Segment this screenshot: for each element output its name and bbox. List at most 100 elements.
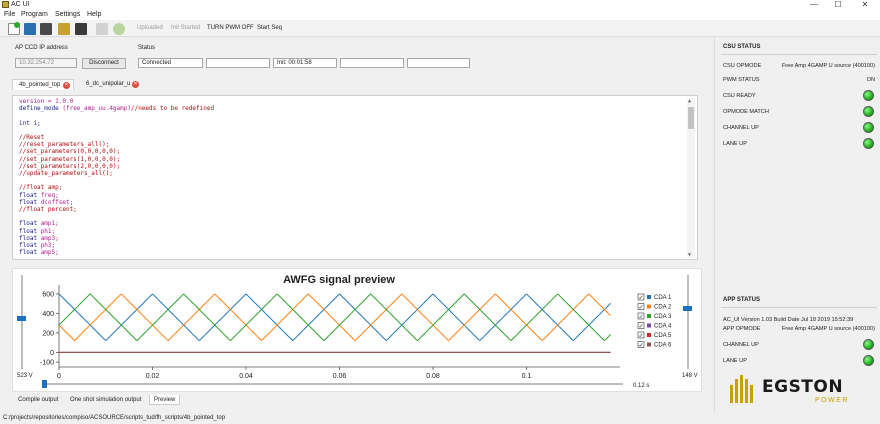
code-token: //needs to be redefined	[131, 105, 215, 113]
legend-check-icon: ✓	[639, 343, 644, 349]
status-field-5	[407, 58, 470, 68]
minimize-button[interactable]: —	[806, 0, 822, 10]
ccd-ip-label: AP CCD IP address	[15, 45, 68, 51]
pwm-status-label: PWM STATUS	[723, 77, 760, 83]
chart-panel: AWFG signal preview 600 400 200 0 -100 0 0.02 0.…	[12, 268, 702, 392]
egston-logo: EGSTON POWER	[729, 371, 879, 409]
legend-label: CDA 1	[654, 295, 672, 301]
code-token: version = 1.0.0	[19, 98, 74, 105]
status-init-timer-field: Init: 00:01:58	[273, 58, 337, 68]
tab-label: 6_dc_unipolar_u	[86, 81, 131, 87]
close-tab-icon[interactable]: ✕	[63, 82, 70, 89]
maximize-button[interactable]: ☐	[830, 0, 846, 10]
legend-swatch	[647, 342, 651, 347]
app-opmode-value: Free Amp 4GAMP U source (400100)	[781, 326, 875, 332]
menu-program[interactable]: Program	[21, 11, 48, 18]
status-label: Status	[138, 45, 156, 51]
code-line: float freq;	[19, 192, 59, 199]
save-as-icon[interactable]	[40, 23, 52, 35]
scroll-up-arrow-icon[interactable]: ▲	[688, 98, 691, 104]
menu-bar: File Program Settings Help	[0, 10, 880, 20]
series-line-cda-1	[58, 293, 611, 342]
run-settings-icon[interactable]	[113, 23, 125, 35]
status-field-2	[206, 58, 270, 68]
code-token: int i;	[19, 119, 41, 127]
time-slider-label: 0.12 s	[633, 383, 649, 389]
save-icon[interactable]	[24, 23, 36, 35]
upload-icon[interactable]	[58, 23, 70, 35]
start-seq-button[interactable]: Start Seq	[257, 25, 282, 31]
menu-file[interactable]: File	[4, 11, 15, 18]
code-line: //set_parameters(0,0,0,0,0);	[19, 148, 120, 155]
code-token: //reset_parameters_all();	[19, 141, 110, 149]
right-status-panel: CSU STATUS CSU OPMODE Free Amp 4GAMP U s…	[714, 37, 880, 413]
code-token: amp1;	[40, 220, 59, 228]
opmode-match-label: OPMODE MATCH	[723, 109, 769, 115]
disconnect-button[interactable]: Disconnect	[82, 58, 126, 69]
title-bar: AC UI — ☐ ✕	[0, 0, 880, 10]
code-editor[interactable]: version = 1.0.0 define_mode (free_amp_uu.…	[12, 95, 698, 260]
tab-4b-pointed-top[interactable]: 4b_pointed_top ✕	[12, 79, 74, 90]
code-line: float amp3;	[19, 235, 59, 242]
legend-label: CDA 6	[654, 343, 672, 349]
code-token: amp5;	[40, 249, 59, 257]
status-connection-field: Connected	[138, 58, 203, 68]
logo-text: EGSTON	[762, 377, 844, 397]
y-tick-label: 0	[50, 350, 54, 357]
toolbar: Uploaded Init Started TURN PWM OFF Start…	[0, 20, 880, 37]
code-line: float ph1;	[19, 228, 55, 235]
app-icon	[2, 1, 9, 8]
close-tab-icon[interactable]: ✕	[132, 81, 139, 88]
tab-compile-output[interactable]: Compile output	[14, 395, 62, 405]
code-token: freq;	[40, 191, 59, 199]
tab-preview[interactable]: Preview	[149, 395, 181, 405]
turn-pwm-off-button[interactable]: TURN PWM OFF	[207, 25, 254, 31]
code-token: ph1;	[40, 227, 56, 235]
code-token: float	[19, 242, 41, 249]
app-channel-up-label: CHANNEL UP	[723, 342, 759, 348]
legend-label: CDA 2	[654, 305, 672, 311]
divider	[721, 54, 877, 55]
scroll-down-arrow-icon[interactable]: ▼	[688, 252, 691, 258]
csu-status-heading: CSU STATUS	[723, 44, 761, 50]
download-icon[interactable]	[75, 23, 87, 35]
uploaded-button[interactable]: Uploaded	[137, 25, 163, 31]
csu-ready-led-icon	[863, 90, 874, 101]
pwm-status-value: ON	[866, 77, 875, 83]
app-opmode-label: APP OPMODE	[723, 326, 761, 332]
ccd-ip-input[interactable]: 10.32.254.72	[15, 58, 77, 68]
left-voltage-slider-handle	[17, 316, 26, 321]
code-line: //float amp;	[19, 184, 62, 191]
tab-6-dc-unipolar-u[interactable]: 6_dc_unipolar_u ✕	[80, 79, 144, 90]
legend-swatch	[647, 304, 651, 309]
code-token: define_mode	[19, 105, 63, 113]
x-tick-label: 0.1	[522, 373, 532, 380]
code-token: ph3;	[40, 242, 56, 249]
editor-scroll-thumb[interactable]	[688, 107, 694, 129]
awfg-chart: AWFG signal preview6004002000-1000 0.02 0.…	[17, 274, 698, 389]
close-button[interactable]: ✕	[857, 0, 873, 10]
init-started-button[interactable]: Init Started	[171, 25, 200, 31]
tab-one-shot-simulation-output[interactable]: One shot simulation output	[66, 395, 145, 405]
code-token: //update_parameters_all();	[19, 170, 113, 177]
legend-check-icon: ✓	[639, 305, 644, 311]
legend-swatch	[647, 295, 651, 299]
menu-help[interactable]: Help	[87, 11, 101, 18]
code-token: //float percent;	[19, 206, 77, 213]
menu-settings[interactable]: Settings	[55, 11, 80, 18]
code-line: float amp1;	[19, 220, 59, 227]
csu-lane-up-led-icon	[863, 138, 874, 149]
code-token: float	[19, 198, 41, 206]
code-line: version = 1.0.0	[19, 98, 73, 105]
code-line: float ph3;	[19, 242, 55, 249]
code-line: //set_parameters(2,0,0,0,0);	[19, 163, 120, 170]
code-line: //float percent;	[19, 206, 77, 213]
legend-check-icon: ✓	[639, 315, 644, 321]
new-file-icon[interactable]	[8, 22, 20, 35]
csu-lane-up-label: LANE UP	[723, 141, 747, 147]
x-tick-label: 0	[57, 373, 61, 380]
compile-icon[interactable]	[96, 23, 108, 35]
status-field-4	[340, 58, 404, 68]
editor-scrollbar[interactable]: ▲ ▼	[687, 98, 695, 258]
csu-opmode-value: Free Amp 4GAMP U source (400100)	[781, 63, 875, 69]
